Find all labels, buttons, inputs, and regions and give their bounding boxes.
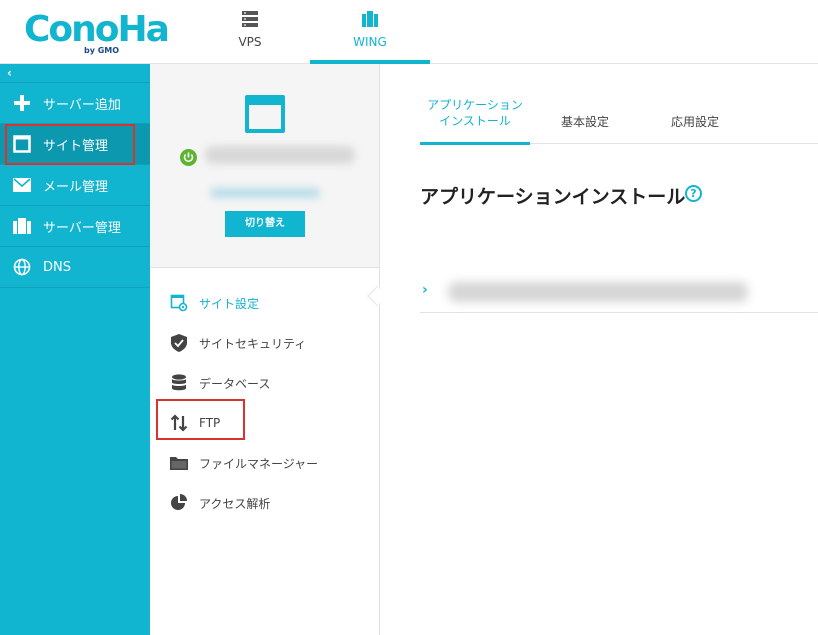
app-url-redacted [448, 282, 748, 302]
tab-label: 応用設定 [670, 115, 719, 129]
shield-check-icon [169, 333, 189, 353]
tab-label-line2: インストール [439, 114, 511, 128]
plus-icon [12, 93, 32, 113]
server-stack-icon [242, 11, 258, 27]
sidebar-item-label: サーバー管理 [43, 220, 121, 236]
sidebar-item-server-management[interactable]: サーバー管理 [0, 206, 150, 247]
sidebar-collapse-button[interactable]: ‹ [0, 64, 150, 83]
menu-item-label: アクセス解析 [199, 496, 271, 511]
tab-label-line1: アプリケーション [427, 98, 523, 112]
menu-item-label: サイトセキュリティ [199, 336, 307, 351]
content-tabs: アプリケーション インストール 基本設定 応用設定 [420, 94, 818, 145]
sidebar-item-dns[interactable]: DNS [0, 247, 150, 288]
globe-icon [12, 257, 32, 277]
help-icon[interactable]: ? [685, 185, 702, 202]
sidebar-item-add-server[interactable]: サーバー追加 [0, 83, 150, 124]
tab-advanced-settings[interactable]: 応用設定 [640, 94, 750, 144]
switch-site-button[interactable]: 切り替え [225, 211, 305, 237]
site-menu: サイト設定 サイトセキュリティ データベース FTP ファイルマネージャー アク… [150, 268, 379, 523]
sidebar-item-label: DNS [43, 259, 71, 275]
highlight-box-site-management [5, 124, 135, 165]
menu-item-database[interactable]: データベース [150, 363, 379, 403]
main-content: アプリケーション インストール 基本設定 応用設定 アプリケーションインストール… [380, 64, 818, 635]
site-panel: 切り替え サイト設定 サイトセキュリティ データベース FTP ファイルマネージ… [150, 64, 380, 635]
mail-icon [12, 175, 32, 195]
power-status-icon [180, 149, 197, 166]
tab-application-install[interactable]: アプリケーション インストール [420, 94, 530, 145]
menu-item-site-security[interactable]: サイトセキュリティ [150, 323, 379, 363]
menu-item-site-settings[interactable]: サイト設定 [150, 283, 379, 323]
menu-item-file-manager[interactable]: ファイルマネージャー [150, 443, 379, 483]
logo-text: ConoHa [24, 9, 170, 50]
server-icon [12, 216, 32, 236]
tab-label: 基本設定 [560, 115, 609, 129]
topnav-vps[interactable]: VPS [190, 0, 310, 64]
sidebar-item-mail-management[interactable]: メール管理 [0, 165, 150, 206]
highlight-box-ftp [156, 399, 245, 440]
site-card: 切り替え [150, 64, 379, 268]
site-url-redacted[interactable] [210, 188, 320, 198]
sidebar-item-label: メール管理 [43, 179, 109, 195]
site-domain-redacted [205, 146, 355, 164]
page-title: アプリケーションインストール [420, 186, 686, 208]
menu-item-label: データベース [199, 376, 271, 391]
folder-icon [169, 453, 189, 473]
topnav-wing-label: WING [353, 35, 387, 49]
logo-sub-text: by GMO [84, 46, 120, 55]
pie-chart-icon [169, 493, 189, 513]
menu-item-label: サイト設定 [199, 296, 260, 311]
sidebar-item-label: サーバー追加 [43, 97, 121, 113]
database-icon [169, 373, 189, 393]
site-window-icon [245, 95, 285, 133]
conoha-logo[interactable]: ConoHa by GMO [24, 10, 170, 56]
menu-item-access-analytics[interactable]: アクセス解析 [150, 483, 379, 523]
site-settings-icon [169, 293, 189, 313]
wing-server-icon [362, 11, 378, 27]
tab-basic-settings[interactable]: 基本設定 [530, 94, 640, 144]
installed-app-row[interactable]: › [420, 276, 818, 313]
topnav-vps-label: VPS [238, 35, 262, 49]
chevron-right-icon: › [422, 282, 428, 298]
menu-item-label: ファイルマネージャー [199, 456, 319, 471]
top-header: ConoHa by GMO VPS WING [0, 0, 818, 64]
topnav-wing[interactable]: WING [310, 0, 430, 64]
